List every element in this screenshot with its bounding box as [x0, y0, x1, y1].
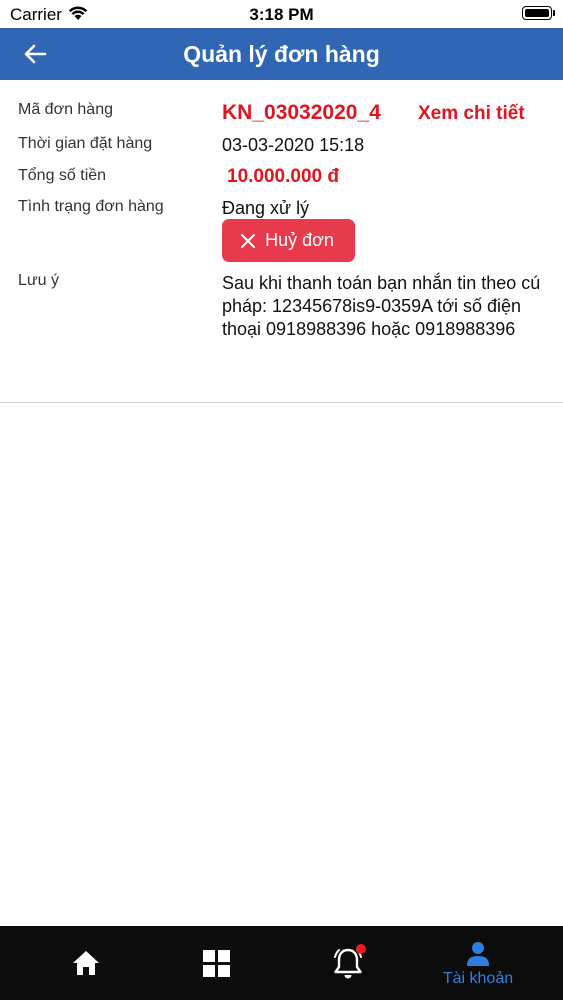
note-text: Sau khi thanh toán bạn nhắn tin theo cú …: [222, 273, 541, 339]
note-label: Lưu ý: [18, 272, 59, 289]
order-time-label: Thời gian đặt hàng: [18, 135, 153, 152]
order-status-label: Tình trạng đơn hàng: [18, 198, 164, 215]
status-time: 3:18 PM: [249, 5, 314, 24]
cancel-order-label: Huỷ đơn: [265, 230, 334, 250]
tab-bar: Tài khoản: [0, 926, 563, 1000]
order-total-value: 10.000.000 đ: [227, 166, 339, 187]
order-code-value: KN_03032020_4: [222, 101, 381, 124]
order-details: Mã đơn hàng KN_03032020_4 Xem chi tiết T…: [0, 80, 563, 403]
status-bar: Carrier 3:18 PM: [0, 0, 563, 28]
home-icon: [73, 951, 99, 975]
view-detail-link[interactable]: Xem chi tiết: [418, 103, 525, 125]
page-title: Quản lý đơn hàng: [183, 41, 380, 67]
app-header: Quản lý đơn hàng: [0, 28, 563, 80]
battery-icon: [522, 6, 552, 20]
close-icon: [241, 233, 256, 248]
tab-home[interactable]: [16, 926, 156, 1000]
order-total-label: Tổng số tiền: [18, 167, 107, 184]
cancel-order-button[interactable]: Huỷ đơn: [222, 219, 355, 262]
battery-tip: [553, 10, 555, 16]
user-icon: [467, 942, 489, 966]
tab-account-label: Tài khoản: [442, 970, 514, 987]
tab-notifications[interactable]: [278, 926, 418, 1000]
order-time-value: 03-03-2020 15:18: [222, 135, 365, 155]
grid-icon: [203, 950, 230, 977]
order-code-label: Mã đơn hàng: [18, 101, 113, 118]
notification-badge: [356, 944, 366, 954]
tab-account[interactable]: Tài khoản: [408, 926, 548, 1000]
order-status-value: Đang xử lý: [222, 198, 310, 218]
tab-categories[interactable]: [147, 926, 287, 1000]
